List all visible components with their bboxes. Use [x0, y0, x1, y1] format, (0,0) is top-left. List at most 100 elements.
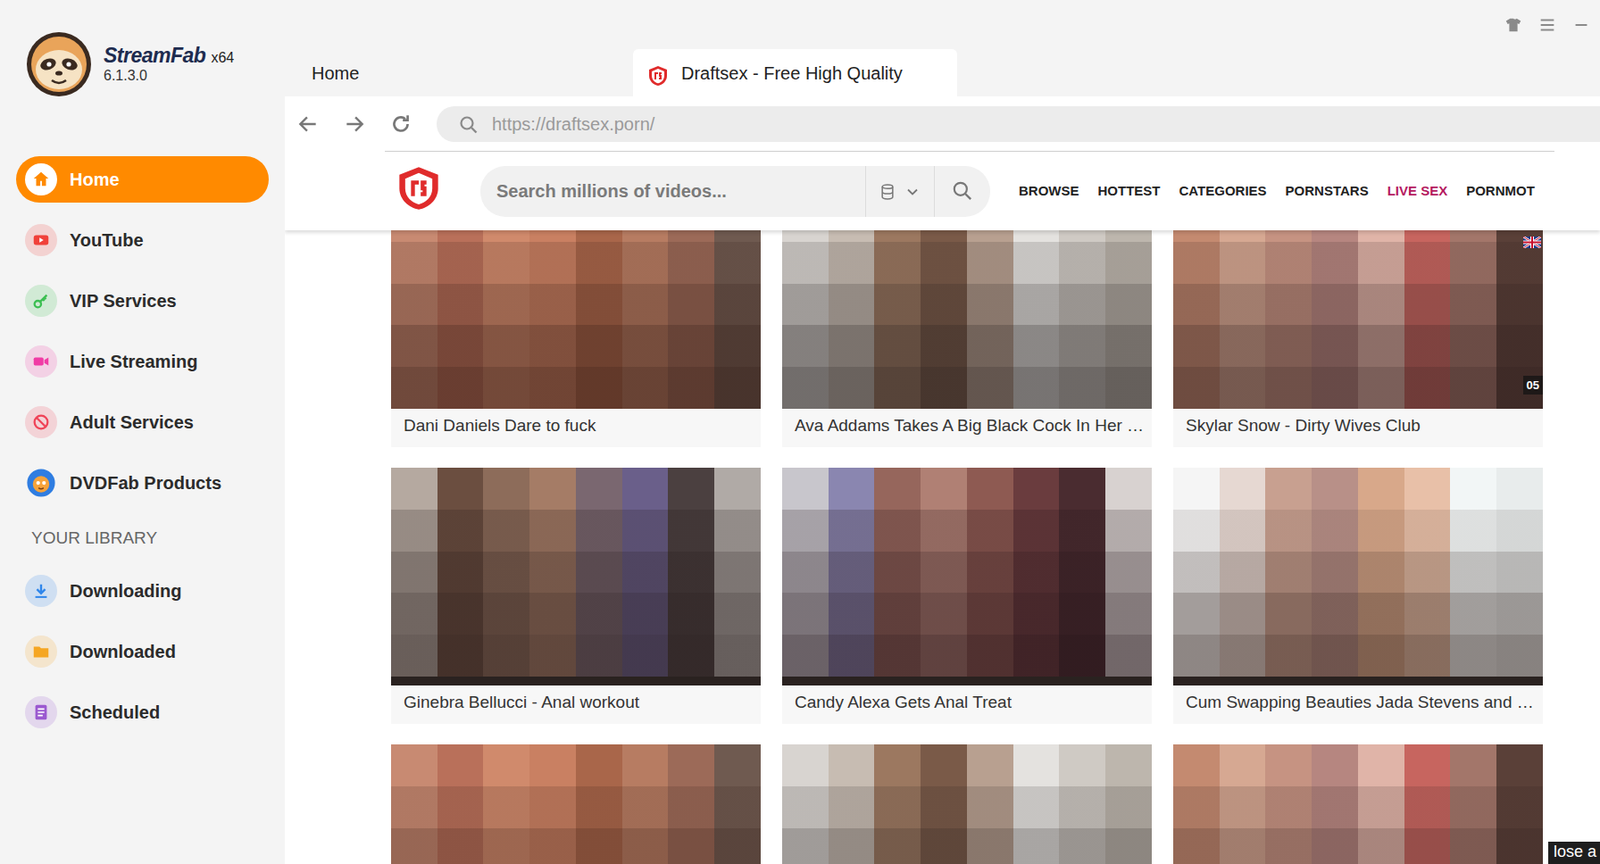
sidebar-item[interactable]: Downloaded: [16, 628, 269, 675]
skin-icon[interactable]: [1503, 14, 1524, 36]
search-button-icon[interactable]: [934, 179, 991, 203]
sidebar-item-label: VIP Services: [69, 287, 177, 315]
sidebar-item[interactable]: Downloading: [16, 567, 269, 615]
source-dropdown[interactable]: [866, 180, 934, 202]
sidebar-item[interactable]: Scheduled: [16, 689, 269, 736]
site-search-input[interactable]: [480, 176, 866, 206]
sidebar-item[interactable]: YouTube: [16, 216, 269, 264]
site-logo-icon[interactable]: [395, 165, 442, 217]
video-card[interactable]: Candy Alexa Gets Anal Treat: [782, 467, 1152, 725]
sidebar-item-label: DVDFab Products: [69, 469, 222, 497]
sidebar-item-label: Live Streaming: [69, 348, 198, 375]
site-header-inner: BROWSE HOTTEST CATEGORIES PORNSTARS LIVE SEX…: [384, 150, 1555, 231]
video-thumbnail[interactable]: [1173, 744, 1543, 864]
sidebar-item-label: Home: [69, 166, 120, 193]
menu-icon[interactable]: [1537, 14, 1558, 36]
video-title[interactable]: Dani Daniels Dare to fuck: [391, 408, 761, 448]
sidebar-item-label: Downloaded: [69, 638, 176, 666]
sidebar-item-label: Adult Services: [69, 408, 194, 436]
video-thumbnail[interactable]: [782, 200, 1152, 409]
library-menu: Downloading Downloaded Scheduled: [0, 567, 285, 736]
browser-tab[interactable]: Draftsex - Free High Quality: [633, 49, 958, 97]
sidebar-item[interactable]: DVDFab Products: [16, 459, 269, 507]
search-divider: [865, 166, 867, 217]
site-menu-link[interactable]: HOTTEST: [1098, 181, 1161, 202]
home-icon: [25, 163, 58, 196]
web-view: BROWSE HOTTEST CATEGORIES PORNSTARS LIVE SEX…: [284, 150, 1600, 864]
window-controls: [284, 0, 1600, 50]
video-thumbnail[interactable]: [782, 744, 1152, 864]
folder-icon: [25, 635, 58, 668]
no-entry-icon: [25, 406, 58, 439]
sidebar-item[interactable]: Live Streaming: [16, 338, 269, 385]
minimize-icon[interactable]: [1571, 14, 1592, 36]
video-thumbnail[interactable]: [391, 200, 761, 409]
video-title[interactable]: Ava Addams Takes A Big Black Cock In Her…: [782, 408, 1152, 448]
thumbnail-strip: [782, 676, 1152, 686]
app-version: 6.1.3.0: [103, 66, 234, 84]
site-menu-link[interactable]: CATEGORIES: [1179, 181, 1267, 202]
sidebar-item[interactable]: Home: [16, 156, 269, 203]
schedule-icon: [25, 696, 58, 729]
site-shield-icon: [647, 61, 669, 85]
close-ad-button[interactable]: lose a: [1548, 841, 1600, 864]
video-card[interactable]: Cum Swapping Beauties Jada Stevens and …: [1173, 467, 1543, 725]
tab-label: Home: [311, 59, 359, 87]
address-bar: https://draftsex.porn/: [284, 96, 1600, 151]
video-card[interactable]: Ava Addams Takes A Big Black Cock In Her…: [782, 200, 1152, 448]
video-title[interactable]: Cum Swapping Beauties Jada Stevens and …: [1173, 685, 1543, 725]
video-grid: Dani Daniels Dare to fuck Ava Addams Take…: [391, 200, 1543, 864]
tab-bar: Home Draftsex - Free High Quality: [284, 49, 1600, 97]
url-text: https://draftsex.porn/: [491, 110, 655, 138]
duration-badge: 05: [1523, 375, 1543, 396]
video-thumbnail[interactable]: [391, 467, 761, 677]
sidebar-item-label: YouTube: [69, 226, 144, 254]
video-card[interactable]: [391, 744, 761, 864]
app-arch: x64: [210, 50, 234, 66]
video-card[interactable]: [782, 744, 1152, 864]
sidebar-item[interactable]: VIP Services: [16, 277, 269, 325]
download-icon: [25, 575, 58, 608]
camera-icon: [25, 345, 58, 378]
forward-icon[interactable]: [342, 112, 367, 136]
video-thumbnail[interactable]: [1173, 467, 1543, 677]
video-thumbnail[interactable]: [391, 744, 761, 864]
site-menu: BROWSE HOTTEST CATEGORIES PORNSTARS LIVE SEX…: [1018, 181, 1535, 202]
video-title[interactable]: Candy Alexa Gets Anal Treat: [782, 685, 1152, 725]
video-title[interactable]: Skylar Snow - Dirty Wives Club: [1173, 408, 1543, 448]
app-logo: StreamFabx646.1.3.0: [0, 25, 285, 104]
sidebar-item[interactable]: Adult Services: [16, 399, 269, 446]
video-card[interactable]: 05 Skylar Snow - Dirty Wives Club: [1173, 200, 1543, 448]
browser-tab[interactable]: Home: [284, 49, 609, 97]
main-area: Home Draftsex - Free High Quality https:/…: [284, 0, 1600, 864]
video-card[interactable]: Dani Daniels Dare to fuck: [391, 200, 761, 448]
back-icon[interactable]: [296, 112, 320, 136]
key-icon: [25, 284, 58, 317]
thumbnail-strip: [1173, 676, 1543, 686]
sidebar-menu: Home YouTube VIP Services Live Streaming Adu…: [0, 156, 285, 507]
app-name: StreamFab: [103, 43, 206, 67]
mascot-icon: [25, 466, 58, 500]
search-icon: [458, 110, 480, 138]
video-thumbnail[interactable]: [782, 467, 1152, 677]
video-card[interactable]: [1173, 744, 1543, 864]
search-divider: [933, 166, 935, 217]
video-title[interactable]: Ginebra Bellucci - Anal workout: [391, 685, 761, 725]
sidebar-item-label: Scheduled: [69, 699, 160, 726]
database-icon: [878, 180, 897, 202]
site-menu-link[interactable]: BROWSE: [1018, 181, 1080, 202]
site-search: [480, 166, 991, 217]
video-thumbnail[interactable]: 05: [1173, 200, 1543, 409]
app-name-line: StreamFabx64: [103, 44, 234, 67]
video-card[interactable]: Ginebra Bellucci - Anal workout: [391, 467, 761, 725]
site-menu-link[interactable]: PORNSTARS: [1285, 181, 1369, 202]
tab-strip: Home Draftsex - Free High Quality: [284, 0, 1600, 97]
reload-icon[interactable]: [389, 112, 413, 136]
url-field[interactable]: https://draftsex.porn/: [436, 106, 1600, 142]
site-menu-link[interactable]: PORNMOT: [1466, 181, 1535, 202]
app-title: StreamFabx646.1.3.0: [103, 44, 234, 84]
site-menu-link[interactable]: LIVE SEX: [1387, 181, 1449, 202]
youtube-icon: [25, 224, 58, 257]
library-heading: YOUR LIBRARY: [0, 525, 285, 551]
thumbnail-strip: [391, 676, 761, 686]
